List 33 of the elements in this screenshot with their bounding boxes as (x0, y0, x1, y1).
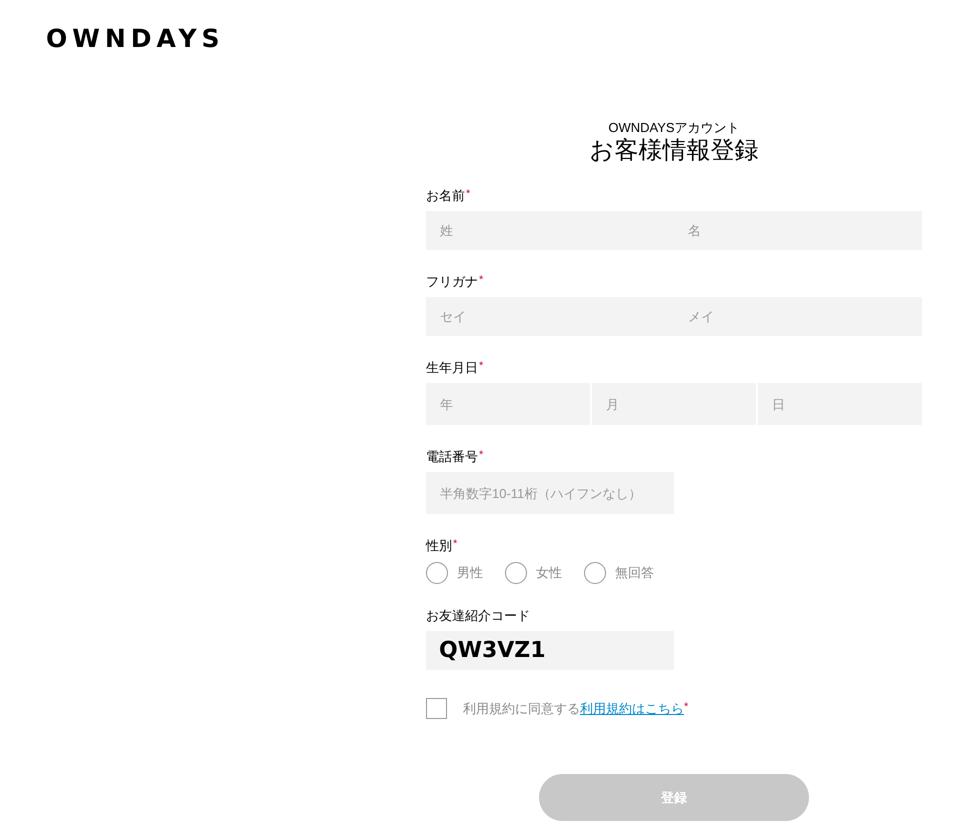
text-field[interactable]: 年 (426, 383, 590, 425)
field-label: 電話番号 (426, 448, 478, 466)
field-label: フリガナ (426, 273, 478, 291)
text-field[interactable]: 日 (758, 383, 922, 425)
text-field[interactable]: 姓 (426, 211, 674, 250)
required-mark: * (479, 448, 484, 463)
logo[interactable]: OWNDAYS (46, 24, 225, 53)
terms-link[interactable]: 利用規約はこちら (580, 698, 684, 718)
radio-button[interactable] (426, 562, 448, 584)
required-mark: * (479, 273, 484, 288)
field-label: お名前 (426, 187, 465, 205)
text-field[interactable]: 月 (592, 383, 756, 425)
radio-button[interactable] (505, 562, 527, 584)
field-label: お友達紹介コード (426, 607, 530, 625)
radio-label: 無回答 (615, 564, 654, 582)
terms-label: 利用規約に同意する (463, 700, 580, 718)
page-title: お客様情報登録 (590, 136, 758, 166)
code-field[interactable]: QW3VZ1 (426, 631, 674, 670)
radio-label: 男性 (457, 564, 483, 582)
radio-button[interactable] (584, 562, 606, 584)
required-mark: * (453, 537, 458, 552)
text-field[interactable]: セイ (426, 297, 674, 336)
text-field[interactable]: 半角数字10-11桁（ハイフンなし） (426, 472, 674, 514)
required-mark: * (479, 359, 484, 374)
text-field[interactable]: 名 (674, 211, 922, 250)
page-subtitle: OWNDAYSアカウント (608, 120, 740, 136)
field-label: 性別 (426, 537, 452, 555)
checkbox[interactable] (426, 698, 447, 719)
field-label: 生年月日 (426, 359, 478, 377)
required-mark: * (466, 187, 470, 202)
required-mark: * (684, 700, 688, 715)
text-field[interactable]: メイ (674, 297, 922, 336)
radio-label: 女性 (536, 564, 562, 582)
